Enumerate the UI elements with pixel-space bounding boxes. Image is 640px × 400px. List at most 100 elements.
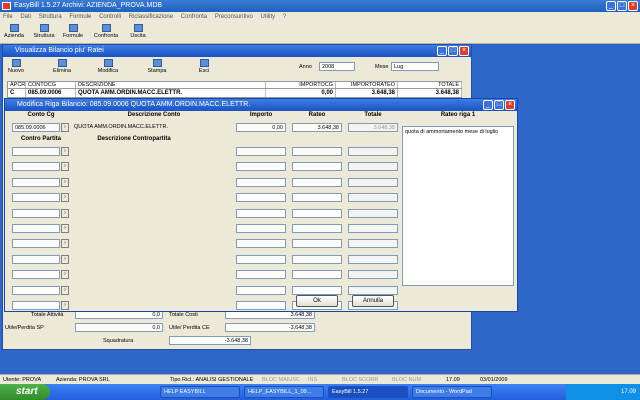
ok-button[interactable]: Ok <box>296 295 338 307</box>
menu-help[interactable]: ? <box>283 14 286 20</box>
contropartita-lookup-button[interactable]: › <box>61 270 69 280</box>
uscita-button[interactable]: Uscita <box>126 24 150 42</box>
contropartita-importo-input[interactable] <box>236 239 286 249</box>
contropartita-importo-input[interactable] <box>236 147 286 156</box>
task-help-easybill-doc[interactable]: HELP_EASYBILL_1_09... <box>244 386 324 398</box>
task-easybill[interactable]: EasyBill 1.5.27 <box>328 386 408 398</box>
contropartita-lookup-button[interactable]: › <box>61 254 69 264</box>
contropartita-lookup-button[interactable]: › <box>61 224 69 233</box>
main-toolbar: Azienda Struttura Formule Confronta Usci… <box>0 22 640 44</box>
bilancio-minimize-button[interactable]: _ <box>437 46 447 56</box>
menu-riclassificazione[interactable]: Riclassificazione <box>129 14 173 20</box>
contropartita-rateo-input[interactable] <box>292 162 342 172</box>
app-close-button[interactable]: × <box>628 1 638 11</box>
contropartita-lookup-button[interactable]: › <box>61 239 69 249</box>
mese-select[interactable]: Lug <box>391 62 439 71</box>
bilancio-maximize-button[interactable]: □ <box>448 46 458 56</box>
contropartita-importo-input[interactable] <box>236 224 286 233</box>
azienda-button[interactable]: Azienda <box>2 24 26 42</box>
contropartita-input[interactable] <box>12 177 60 187</box>
contropartita-rateo-input[interactable] <box>292 177 342 187</box>
col-apcr[interactable]: APCR <box>8 82 26 88</box>
menu-controlli[interactable]: Controlli <box>99 14 121 20</box>
rateo-input[interactable]: 3.648,38 <box>292 123 342 132</box>
bilancio-close-button[interactable]: × <box>459 46 469 56</box>
contropartita-input[interactable] <box>12 254 60 264</box>
start-button[interactable]: start <box>0 384 50 400</box>
menu-file[interactable]: File <box>3 14 13 20</box>
task-wordpad[interactable]: Documento - WordPad <box>412 386 492 398</box>
contropartita-lookup-button[interactable]: › <box>61 301 69 310</box>
menu-confronta[interactable]: Confronta <box>181 14 207 20</box>
col-importorateo[interactable]: IMPORTORATEO <box>336 82 398 88</box>
contropartita-rateo-input[interactable] <box>292 193 342 203</box>
contropartita-rateo-input[interactable] <box>292 224 342 233</box>
importo-header: Importo <box>249 112 273 118</box>
contropartita-input[interactable] <box>12 239 60 249</box>
contropartita-input[interactable] <box>12 162 60 172</box>
app-title: EasyBill 1.5.27 Archivi: AZIENDA_PROVA.M… <box>14 2 163 9</box>
contropartita-lookup-button[interactable]: › <box>61 177 69 187</box>
contropartita-lookup-button[interactable]: › <box>61 285 69 295</box>
elimina-button[interactable]: Elimina <box>49 59 75 77</box>
contropartita-input[interactable] <box>12 193 60 203</box>
task-help-easybill[interactable]: HELP EASYBILL <box>160 386 240 398</box>
contropartita-importo-input[interactable] <box>236 177 286 187</box>
anno-select[interactable]: 2008 <box>319 62 355 71</box>
table-row[interactable]: C 085.09.0006 QUOTA AMM.ORDIN.MACC.ELETT… <box>7 89 462 98</box>
contropartita-input[interactable] <box>12 270 60 280</box>
menu-dati[interactable]: Dati <box>20 14 31 20</box>
nuovo-button[interactable]: Nuovo <box>5 59 27 77</box>
contropartita-lookup-button[interactable]: › <box>61 147 69 156</box>
modifica-button[interactable]: Modifica <box>93 59 123 77</box>
descrizione-conto-value: QUOTA AMM.ORDIN.MACC.ELETTR. <box>74 124 169 130</box>
app-minimize-button[interactable]: _ <box>606 1 616 11</box>
dialog-maximize-button[interactable]: □ <box>494 100 504 110</box>
squadratura-label: Squadratura <box>103 338 134 344</box>
annulla-button[interactable]: Annulla <box>352 295 394 307</box>
importo-input[interactable]: 0,00 <box>236 123 286 132</box>
contropartita-input[interactable] <box>12 301 60 310</box>
contropartita-lookup-button[interactable]: › <box>61 208 69 218</box>
contropartita-rateo-input[interactable] <box>292 285 342 295</box>
rateo-note-textarea[interactable]: quota di ammortamento mese di luglio <box>402 126 514 286</box>
col-totale[interactable]: TOTALE <box>398 82 462 88</box>
app-maximize-button[interactable]: □ <box>617 1 627 11</box>
contropartita-input[interactable] <box>12 208 60 218</box>
dialog-close-button[interactable]: × <box>505 100 515 110</box>
col-contocg[interactable]: CONTOCG <box>26 82 76 88</box>
contropartita-rateo-input[interactable] <box>292 239 342 249</box>
contropartita-input[interactable] <box>12 147 60 156</box>
descrizione-conto-header: Descrizione Conto <box>127 112 181 118</box>
contropartita-rateo-input[interactable] <box>292 208 342 218</box>
stampa-button[interactable]: Stampa <box>143 59 171 77</box>
contropartita-lookup-button[interactable]: › <box>61 193 69 203</box>
contropartita-importo-input[interactable] <box>236 254 286 264</box>
contropartita-importo-input[interactable] <box>236 285 286 295</box>
menu-utility[interactable]: Utility <box>261 14 276 20</box>
contropartita-input[interactable] <box>12 224 60 233</box>
menu-preconsuntivo[interactable]: Preconsuntivo <box>215 14 253 20</box>
contropartita-rateo-input[interactable] <box>292 270 342 280</box>
confronta-button[interactable]: Confronta <box>90 24 122 42</box>
contropartita-rateo-input[interactable] <box>292 254 342 264</box>
col-descrizione[interactable]: DESCRIZIONE <box>76 82 266 88</box>
menu-struttura[interactable]: Struttura <box>39 14 62 20</box>
contropartita-importo-input[interactable] <box>236 301 286 310</box>
dialog-minimize-button[interactable]: _ <box>483 100 493 110</box>
formule-button[interactable]: Formule <box>60 24 86 42</box>
col-importocg[interactable]: IMPORTOCG <box>266 82 336 88</box>
esci-button[interactable]: Esci <box>193 59 215 77</box>
contropartita-importo-input[interactable] <box>236 162 286 172</box>
struttura-button[interactable]: Struttura <box>30 24 58 42</box>
contropartita-lookup-button[interactable]: › <box>61 162 69 172</box>
contropartita-rateo-input[interactable] <box>292 147 342 156</box>
contropartita-importo-input[interactable] <box>236 193 286 203</box>
contropartita-importo-input[interactable] <box>236 208 286 218</box>
contropartita-importo-input[interactable] <box>236 270 286 280</box>
conto-cg-input[interactable]: 085.09.0006 <box>12 123 60 132</box>
system-tray: 17.09 <box>566 384 640 400</box>
conto-cg-lookup-button[interactable]: › <box>61 123 69 132</box>
menu-formule[interactable]: Formule <box>69 14 91 20</box>
contropartita-input[interactable] <box>12 285 60 295</box>
